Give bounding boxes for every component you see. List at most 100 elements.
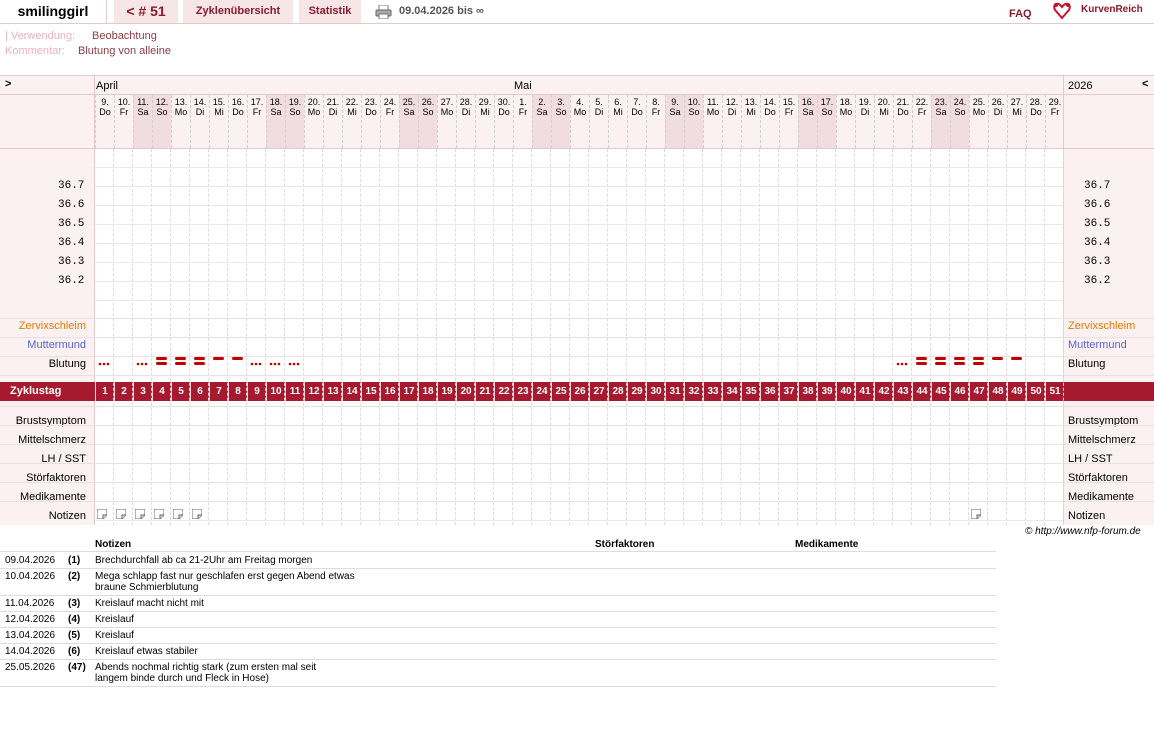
cycle-number-link[interactable]: < # 51	[114, 0, 178, 23]
date-cell[interactable]: 28. Do	[1026, 95, 1045, 148]
date-cell[interactable]: 9. Sa	[665, 95, 684, 148]
nav-prev-button[interactable]: >	[5, 78, 11, 90]
cycle-day-number[interactable]: 32	[684, 382, 703, 401]
date-cell[interactable]: 24. Fr	[380, 95, 399, 148]
date-cell[interactable]: 14. Do	[760, 95, 779, 148]
date-cell[interactable]: 20. Mo	[304, 95, 323, 148]
date-cell[interactable]: 14. Di	[190, 95, 209, 148]
date-cell[interactable]: 11. Sa	[133, 95, 152, 148]
date-cell[interactable]: 4. Mo	[570, 95, 589, 148]
cycle-day-number[interactable]: 14	[342, 382, 361, 401]
statistics-tab[interactable]: Statistik	[299, 0, 361, 23]
cycle-day-number[interactable]: 47	[969, 382, 988, 401]
cycle-day-number[interactable]: 43	[893, 382, 912, 401]
note-icon[interactable]	[173, 509, 184, 520]
cycle-day-number[interactable]: 12	[304, 382, 323, 401]
cycle-day-number[interactable]: 51	[1045, 382, 1064, 401]
date-cell[interactable]: 8. Fr	[646, 95, 665, 148]
date-cell[interactable]: 21. Do	[893, 95, 912, 148]
date-cell[interactable]: 18. Mo	[836, 95, 855, 148]
cycle-overview-tab[interactable]: Zyklenübersicht	[183, 0, 293, 23]
date-cell[interactable]: 10. So	[684, 95, 703, 148]
cycle-day-number[interactable]: 38	[798, 382, 817, 401]
cycle-day-number[interactable]: 16	[380, 382, 399, 401]
username[interactable]: smilinggirl	[0, 0, 107, 23]
date-cell[interactable]: 9. Do	[95, 95, 114, 148]
date-cell[interactable]: 25. Sa	[399, 95, 418, 148]
date-cell[interactable]: 29. Fr	[1045, 95, 1064, 148]
cycle-day-number[interactable]: 45	[931, 382, 950, 401]
cycle-day-number[interactable]: 40	[836, 382, 855, 401]
cycle-day-number[interactable]: 19	[437, 382, 456, 401]
cycle-day-number[interactable]: 50	[1026, 382, 1045, 401]
date-cell[interactable]: 16. Sa	[798, 95, 817, 148]
date-cell[interactable]: 16. Do	[228, 95, 247, 148]
cycle-day-number[interactable]: 36	[760, 382, 779, 401]
date-cell[interactable]: 23. Do	[361, 95, 380, 148]
date-cell[interactable]: 1. Fr	[513, 95, 532, 148]
date-cell[interactable]: 26. So	[418, 95, 437, 148]
cycle-day-number[interactable]: 18	[418, 382, 437, 401]
date-cell[interactable]: 13. Mo	[171, 95, 190, 148]
cycle-day-number[interactable]: 2	[114, 382, 133, 401]
date-cell[interactable]: 13. Mi	[741, 95, 760, 148]
cycle-day-number[interactable]: 29	[627, 382, 646, 401]
date-cell[interactable]: 11. Mo	[703, 95, 722, 148]
nav-next-button[interactable]: <	[1142, 78, 1148, 90]
cycle-day-number[interactable]: 20	[456, 382, 475, 401]
cycle-day-number[interactable]: 6	[190, 382, 209, 401]
cycle-day-number[interactable]: 1	[95, 382, 114, 401]
cycle-day-number[interactable]: 28	[608, 382, 627, 401]
date-cell[interactable]: 27. Mo	[437, 95, 456, 148]
note-icon[interactable]	[192, 509, 203, 520]
date-cell[interactable]: 10. Fr	[114, 95, 133, 148]
cycle-day-number[interactable]: 15	[361, 382, 380, 401]
cycle-day-number[interactable]: 10	[266, 382, 285, 401]
cycle-day-number[interactable]: 11	[285, 382, 304, 401]
date-cell[interactable]: 18. Sa	[266, 95, 285, 148]
copyright[interactable]: © http://www.nfp-forum.de	[1025, 526, 1141, 537]
cycle-day-number[interactable]: 27	[589, 382, 608, 401]
cycle-day-number[interactable]: 23	[513, 382, 532, 401]
date-cell[interactable]: 21. Di	[323, 95, 342, 148]
brand-name[interactable]: KurvenReich	[1081, 4, 1143, 15]
cycle-day-number[interactable]: 4	[152, 382, 171, 401]
date-cell[interactable]: 6. Mi	[608, 95, 627, 148]
cycle-day-number[interactable]: 26	[570, 382, 589, 401]
note-icon[interactable]	[116, 509, 127, 520]
cycle-day-number[interactable]: 5	[171, 382, 190, 401]
cycle-day-number[interactable]: 21	[475, 382, 494, 401]
date-cell[interactable]: 23. Sa	[931, 95, 950, 148]
cycle-day-number[interactable]: 35	[741, 382, 760, 401]
date-cell[interactable]: 30. Do	[494, 95, 513, 148]
date-cell[interactable]: 17. Fr	[247, 95, 266, 148]
date-cell[interactable]: 12. So	[152, 95, 171, 148]
date-cell[interactable]: 25. Mo	[969, 95, 988, 148]
cycle-day-number[interactable]: 34	[722, 382, 741, 401]
cycle-day-number[interactable]: 33	[703, 382, 722, 401]
cycle-day-number[interactable]: 39	[817, 382, 836, 401]
note-icon[interactable]	[154, 509, 165, 520]
cycle-day-number[interactable]: 8	[228, 382, 247, 401]
date-cell[interactable]: 12. Di	[722, 95, 741, 148]
cycle-day-number[interactable]: 25	[551, 382, 570, 401]
cycle-day-number[interactable]: 44	[912, 382, 931, 401]
note-icon[interactable]	[135, 509, 146, 520]
date-cell[interactable]: 22. Mi	[342, 95, 361, 148]
date-cell[interactable]: 22. Fr	[912, 95, 931, 148]
cycle-day-number[interactable]: 24	[532, 382, 551, 401]
date-cell[interactable]: 26. Di	[988, 95, 1007, 148]
cycle-day-number[interactable]: 13	[323, 382, 342, 401]
date-cell[interactable]: 3. So	[551, 95, 570, 148]
heart-logo-icon[interactable]	[1053, 2, 1071, 20]
date-cell[interactable]: 27. Mi	[1007, 95, 1026, 148]
date-cell[interactable]: 5. Di	[589, 95, 608, 148]
cycle-day-number[interactable]: 7	[209, 382, 228, 401]
printer-icon[interactable]	[375, 5, 392, 19]
cycle-day-number[interactable]: 49	[1007, 382, 1026, 401]
cycle-day-number[interactable]: 48	[988, 382, 1007, 401]
cycle-day-number[interactable]: 9	[247, 382, 266, 401]
date-cell[interactable]: 7. Do	[627, 95, 646, 148]
date-cell[interactable]: 20. Mi	[874, 95, 893, 148]
note-icon[interactable]	[971, 509, 982, 520]
